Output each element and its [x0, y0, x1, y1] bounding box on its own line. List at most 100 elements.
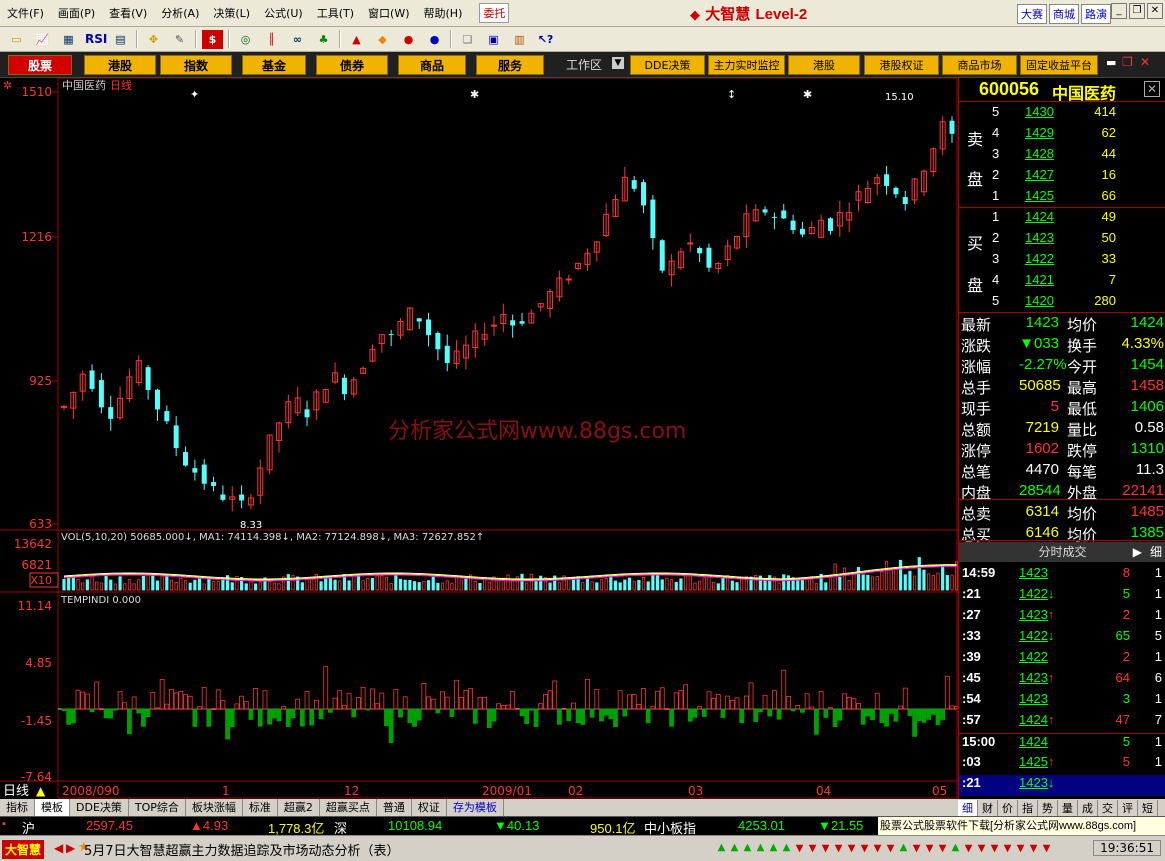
- quote-tab[interactable]: 短: [1138, 799, 1158, 816]
- trade-row[interactable]: :27 1423↑ 2 1: [959, 607, 1165, 628]
- min-icon[interactable]: ▬: [1106, 56, 1116, 69]
- trades-title[interactable]: 分时成交 ▶ 细: [959, 542, 1165, 562]
- trade-row[interactable]: :33 1422↓ 65 5: [959, 628, 1165, 649]
- alert-icon[interactable]: ♣: [313, 30, 334, 49]
- sell-row[interactable]: 4 1429 62: [959, 125, 1165, 146]
- nav-hk[interactable]: 港股: [84, 55, 156, 75]
- nav-main-monitor[interactable]: 主力实时监控: [708, 55, 785, 75]
- trade-row[interactable]: 15:00 1424 5 1: [959, 733, 1165, 754]
- diamond-icon[interactable]: ◆: [372, 30, 393, 49]
- quote-tab[interactable]: 交: [1098, 799, 1118, 816]
- restore-red-icon[interactable]: ❐: [1122, 55, 1133, 69]
- bars-icon[interactable]: ║: [261, 30, 282, 49]
- buy-row[interactable]: 3 1422 33: [959, 251, 1165, 272]
- trade-row[interactable]: 14:59 1423 8 1: [959, 565, 1165, 586]
- menu-help[interactable]: 帮助(H): [417, 5, 470, 21]
- menu-view[interactable]: 查看(V): [102, 5, 154, 21]
- menu-file[interactable]: 文件(F): [0, 5, 51, 21]
- blue-circle-icon[interactable]: ●: [424, 30, 445, 49]
- nav-commodity-market[interactable]: 商品市场: [942, 55, 1017, 75]
- close-icon[interactable]: ✕: [1147, 3, 1163, 19]
- quote-tab[interactable]: 评: [1118, 799, 1138, 816]
- quote-tab[interactable]: 细: [958, 799, 978, 816]
- ad-banner[interactable]: 股票公式股票软件下载[分析家公式网www.88gs.com]: [878, 817, 1165, 836]
- quote-tab[interactable]: 量: [1058, 799, 1078, 816]
- weituo-button[interactable]: 委托: [479, 3, 510, 23]
- nav-bond[interactable]: 债券: [316, 55, 388, 75]
- template-tab[interactable]: 普通: [377, 799, 412, 816]
- folder-icon[interactable]: ▭: [6, 30, 27, 49]
- move-icon[interactable]: ✥: [143, 30, 164, 49]
- trade-row[interactable]: :57 1424↑ 47 7: [959, 712, 1165, 733]
- detail-tab[interactable]: 细: [1150, 542, 1162, 562]
- binoculars-icon[interactable]: ∞: [287, 30, 308, 49]
- nav-service[interactable]: 服务: [476, 55, 544, 75]
- template-tab[interactable]: 超赢2: [278, 799, 320, 816]
- menu-tools[interactable]: 工具(T): [310, 5, 361, 21]
- warning-icon[interactable]: ▲: [346, 30, 367, 49]
- menu-formula[interactable]: 公式(U): [257, 5, 310, 21]
- trade-row[interactable]: :21 1422↓ 5 1: [959, 586, 1165, 607]
- trade-row[interactable]: :39 1422 2 1: [959, 649, 1165, 670]
- books-icon[interactable]: ▥: [509, 30, 530, 49]
- nav-hk-warrant[interactable]: 港股权证: [864, 55, 939, 75]
- dollar-icon[interactable]: $: [202, 29, 223, 49]
- quote-tab[interactable]: 指: [1018, 799, 1038, 816]
- workarea-dropdown-icon[interactable]: ▼: [612, 57, 624, 69]
- menu-view-page[interactable]: 画面(P): [51, 5, 102, 21]
- workarea-label[interactable]: 工作区: [566, 56, 602, 73]
- sell-row[interactable]: 2 1427 16: [959, 167, 1165, 188]
- close-icon[interactable]: ✕: [1144, 81, 1160, 97]
- template-tab[interactable]: 板块涨幅: [186, 799, 243, 816]
- trade-row[interactable]: :21 1423↓: [959, 775, 1165, 796]
- quote-tab[interactable]: 成: [1078, 799, 1098, 816]
- sell-row[interactable]: 5 1430 414: [959, 104, 1165, 125]
- nav-hk2[interactable]: 港股: [788, 55, 860, 75]
- window-icon[interactable]: ▣: [483, 30, 504, 49]
- link-dasai[interactable]: 大赛: [1017, 4, 1047, 24]
- grid-icon[interactable]: ▦: [58, 30, 79, 49]
- template-tab[interactable]: TOP综合: [129, 799, 186, 816]
- buy-row[interactable]: 2 1423 50: [959, 230, 1165, 251]
- nav-stock[interactable]: 股票: [8, 55, 72, 75]
- sell-row[interactable]: 3 1428 44: [959, 146, 1165, 167]
- template-tab[interactable]: 标准: [243, 799, 278, 816]
- buy-row[interactable]: 4 1421 7: [959, 272, 1165, 293]
- buy-row[interactable]: 5 1420 280: [959, 293, 1165, 314]
- template-tab[interactable]: DDE决策: [70, 799, 129, 816]
- minimize-icon[interactable]: _: [1111, 3, 1127, 19]
- help-cursor-icon[interactable]: ↖?: [535, 30, 556, 49]
- ticker-icon[interactable]: ◎: [235, 30, 256, 49]
- line-chart-icon[interactable]: 📈: [32, 30, 53, 49]
- link-luyan[interactable]: 路演: [1081, 4, 1111, 24]
- menu-decision[interactable]: 决策(L): [206, 5, 257, 21]
- template-tab[interactable]: 超赢买点: [320, 799, 377, 816]
- menu-analysis[interactable]: 分析(A): [154, 5, 206, 21]
- template-tab[interactable]: 存为模板: [447, 799, 504, 816]
- nav-index[interactable]: 指数: [160, 55, 232, 75]
- prev-icon[interactable]: ◀: [54, 841, 63, 855]
- nav-commodity[interactable]: 商品: [398, 55, 466, 75]
- link-shangcheng[interactable]: 商城: [1049, 4, 1079, 24]
- rsi-icon[interactable]: RSI: [84, 30, 107, 49]
- next-icon[interactable]: ▶: [66, 841, 75, 855]
- ruler-icon[interactable]: ✎: [169, 30, 190, 49]
- red-circle-icon[interactable]: ●: [398, 30, 419, 49]
- menu-window[interactable]: 窗口(W): [361, 5, 416, 21]
- restore-icon[interactable]: ❐: [1129, 3, 1145, 19]
- sell-row[interactable]: 1 1425 66: [959, 188, 1165, 209]
- quote-tab[interactable]: 价: [998, 799, 1018, 816]
- template-tab[interactable]: 权证: [412, 799, 447, 816]
- chart-area[interactable]: ✲ 中国医药 日线 1510 1216 925 633 分析家公式网www.88…: [0, 77, 960, 799]
- play-icon[interactable]: ▶: [1133, 542, 1142, 562]
- status-brand[interactable]: 大智慧: [2, 840, 45, 859]
- nav-dde[interactable]: DDE决策: [630, 55, 705, 75]
- buy-row[interactable]: 1 1424 49: [959, 209, 1165, 230]
- quote-tab[interactable]: 势: [1038, 799, 1058, 816]
- template-tab[interactable]: 模板: [35, 799, 70, 816]
- nav-fixed-income[interactable]: 固定收益平台: [1020, 55, 1098, 75]
- trade-row[interactable]: :45 1423↑ 64 6: [959, 670, 1165, 691]
- kline-chart[interactable]: ✲ 中国医药 日线 1510 1216 925 633 分析家公式网www.88…: [0, 77, 960, 799]
- copy-icon[interactable]: ❏: [457, 30, 478, 49]
- quote-tab[interactable]: 财: [978, 799, 998, 816]
